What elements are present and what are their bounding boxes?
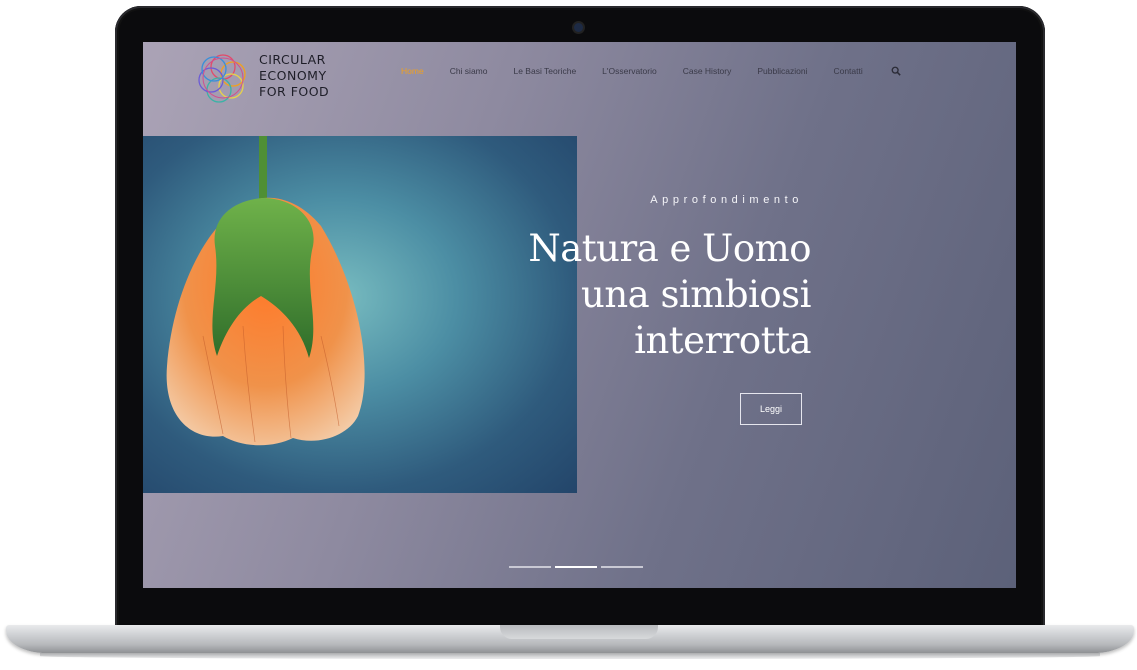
logo-text: CIRCULAR ECONOMY FOR FOOD [259,52,339,100]
nav-item-case-history[interactable]: Case History [683,66,732,76]
laptop-shadow [40,653,1100,659]
nav-item-chi-siamo[interactable]: Chi siamo [450,66,488,76]
slider-pagination [509,566,647,568]
hero-headline: Natura e Uomo una simbiosi interrotta [483,226,811,364]
logo-line-2: ECONOMY [259,68,327,83]
circular-logo-icon [198,54,246,103]
headline-line-3: interrotta [634,319,811,362]
site-logo[interactable]: CIRCULAR ECONOMY FOR FOOD [193,48,333,108]
headline-line-2: una simbiosi [580,273,812,316]
slider-dot-2[interactable] [555,566,597,568]
laptop-notch [500,625,658,639]
slider-dot-3[interactable] [601,566,643,568]
main-nav: Home Chi siamo Le Basi Teoriche L'Osserv… [401,64,901,78]
nav-item-contatti[interactable]: Contatti [833,66,862,76]
search-icon[interactable] [891,66,901,76]
screen: CIRCULAR ECONOMY FOR FOOD Home Chi siamo… [143,42,1016,588]
slider-dot-1[interactable] [509,566,551,568]
nav-item-osservatorio[interactable]: L'Osservatorio [602,66,657,76]
headline-line-1: Natura e Uomo [528,227,811,270]
nav-item-basi-teoriche[interactable]: Le Basi Teoriche [513,66,576,76]
logo-line-1: CIRCULAR [259,52,326,67]
hero-kicker: Approfondimento [650,194,803,206]
read-more-button[interactable]: Leggi [740,393,802,425]
camera-icon [574,23,583,32]
logo-line-3: FOR FOOD [259,84,330,99]
nav-item-pubblicazioni[interactable]: Pubblicazioni [757,66,807,76]
nav-item-home[interactable]: Home [401,66,424,76]
